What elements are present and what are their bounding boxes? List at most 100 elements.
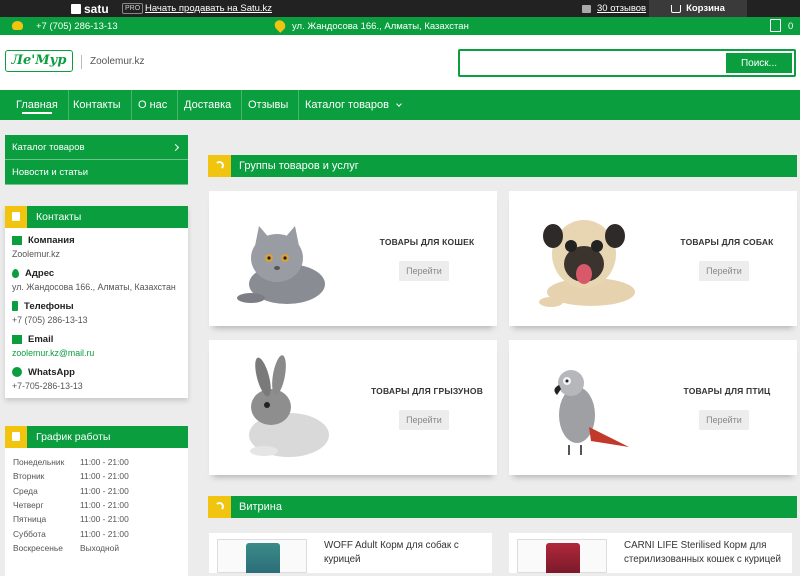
go-button[interactable]: Перейти: [399, 261, 449, 281]
logo-divider: [81, 55, 82, 69]
parrot-image: [554, 370, 629, 455]
table-row: Суббота 11:00 - 21:00: [13, 526, 129, 540]
site-name: Zoolemur.kz: [90, 56, 145, 67]
day-cell: Воскресенье: [13, 542, 63, 553]
header-phone[interactable]: +7 (705) 286-13-13: [36, 21, 118, 32]
group-title[interactable]: ТОВАРЫ ДЛЯ КОШЕК: [357, 237, 497, 247]
mail-icon: [12, 334, 22, 344]
contacts-box: Контакты Компания Zoolemur.kz Адрес ул. …: [5, 206, 188, 398]
search-input[interactable]: [463, 54, 723, 72]
contact-email: Email zoolemur.kz@mail.ru: [12, 332, 181, 358]
showcase-section-header: Витрина: [208, 496, 797, 518]
nav-label: Доставка: [184, 99, 232, 111]
sidebar-item-label: Новости и статьи: [12, 167, 89, 178]
nav-label: Отзывы: [248, 99, 289, 111]
info-bar: +7 (705) 286-13-13 ул. Жандосова 166., А…: [0, 17, 800, 35]
start-selling-link[interactable]: Начать продавать на Satu.kz: [145, 3, 272, 14]
site-logo[interactable]: Ле'Мур: [5, 50, 73, 72]
contact-label: Компания: [28, 234, 75, 246]
time-cell: 11:00 - 21:00: [80, 457, 129, 468]
day-cell: Четверг: [13, 500, 44, 511]
search-button[interactable]: Поиск...: [726, 53, 792, 73]
group-title[interactable]: ТОВАРЫ ДЛЯ ПТИЦ: [657, 386, 797, 396]
refresh-icon: [208, 155, 231, 177]
sidebar-item-catalog[interactable]: Каталог товаров: [5, 135, 188, 160]
time-cell: Выходной: [80, 542, 120, 553]
group-card-birds[interactable]: ТОВАРЫ ДЛЯ ПТИЦ Перейти: [509, 340, 797, 475]
satu-logo-text: satu: [84, 2, 109, 16]
table-row: Воскресенье Выходной: [13, 541, 129, 555]
satu-logo-icon: [71, 4, 81, 14]
group-card-rodents[interactable]: ТОВАРЫ ДЛЯ ГРЫЗУНОВ Перейти: [209, 340, 497, 475]
go-button[interactable]: Перейти: [399, 410, 449, 430]
hours-header: График работы: [5, 426, 188, 448]
time-cell: 11:00 - 21:00: [80, 471, 129, 482]
nav-item-home[interactable]: Главная: [6, 90, 69, 120]
contact-value[interactable]: +7 (705) 286-13-13: [12, 315, 181, 325]
satu-logo[interactable]: satu: [71, 2, 109, 16]
reviews-link[interactable]: 30 отзывов: [582, 3, 646, 14]
product-image[interactable]: [217, 539, 307, 573]
pin-icon: [12, 268, 19, 278]
cat-image: [237, 226, 325, 304]
day-cell: Среда: [13, 485, 38, 496]
nav-label: Каталог товаров: [305, 99, 389, 111]
satu-topbar: satu PRO Начать продавать на Satu.kz 30 …: [0, 0, 800, 17]
group-card-cats[interactable]: ТОВАРЫ ДЛЯ КОШЕК Перейти: [209, 191, 497, 326]
groups-title: Группы товаров и услуг: [239, 160, 359, 172]
nav-item-catalog[interactable]: Каталог товаров: [295, 90, 411, 120]
sidebar-item-news[interactable]: Новости и статьи: [5, 160, 188, 185]
day-cell: Суббота: [13, 528, 46, 539]
product-card[interactable]: WOFF Adult Корм для собак с курицей: [209, 533, 492, 573]
shopping-bag-icon[interactable]: [770, 19, 781, 32]
email-link[interactable]: zoolemur.kz@mail.ru: [12, 348, 181, 358]
product-name[interactable]: CARNI LIFE Sterilised Корм для стерилизо…: [624, 539, 789, 567]
location-icon: [272, 18, 288, 33]
satu-cart-button[interactable]: Корзина: [649, 0, 747, 17]
calendar-icon: [5, 426, 27, 448]
nav-label: Главная: [16, 99, 58, 111]
time-cell: 11:00 - 21:00: [80, 500, 129, 511]
nav-item-about[interactable]: О нас: [128, 90, 179, 120]
header-address: ул. Жандосова 166., Алматы, Казахстан: [292, 21, 469, 32]
contact-value[interactable]: +7-705-286-13-13: [12, 381, 181, 391]
table-row: Четверг 11:00 - 21:00: [13, 498, 129, 512]
go-button[interactable]: Перейти: [699, 410, 749, 430]
day-cell: Вторник: [13, 471, 45, 482]
time-cell: 11:00 - 21:00: [80, 514, 129, 525]
contacts-badge-icon: [5, 206, 27, 228]
chevron-down-icon: [396, 101, 402, 107]
product-image[interactable]: [517, 539, 607, 573]
nav-label: Контакты: [73, 99, 121, 111]
group-card-dogs[interactable]: ТОВАРЫ ДЛЯ СОБАК Перейти: [509, 191, 797, 326]
nav-label: О нас: [138, 99, 168, 111]
cart-count: 0: [788, 21, 794, 32]
hours-title: График работы: [36, 431, 111, 443]
group-title[interactable]: ТОВАРЫ ДЛЯ СОБАК: [657, 237, 797, 247]
contact-value: Zoolemur.kz: [12, 249, 60, 259]
comment-icon: [582, 4, 591, 13]
day-cell: Пятница: [13, 514, 47, 525]
time-cell: 11:00 - 21:00: [80, 485, 129, 496]
contact-label: Адрес: [25, 267, 55, 279]
hours-table: Понедельник 11:00 - 21:00 Вторник 11:00 - …: [13, 455, 129, 555]
group-title[interactable]: ТОВАРЫ ДЛЯ ГРЫЗУНОВ: [357, 386, 497, 396]
sidebar-menu: Каталог товаров Новости и статьи: [5, 135, 188, 185]
nav-item-contacts[interactable]: Контакты: [63, 90, 132, 120]
chevron-right-icon: [171, 143, 180, 152]
nav-item-delivery[interactable]: Доставка: [174, 90, 243, 120]
hours-box: График работы Понедельник 11:00 - 21:00 В…: [5, 426, 188, 576]
go-button[interactable]: Перейти: [699, 261, 749, 281]
site-header: Ле'Мур Zoolemur.kz Поиск...: [0, 35, 800, 90]
table-row: Понедельник 11:00 - 21:00: [13, 455, 129, 469]
phone-icon: [12, 301, 18, 311]
nav-item-reviews[interactable]: Отзывы: [238, 90, 300, 120]
contacts-title: Контакты: [36, 211, 82, 223]
home-icon: [12, 235, 22, 245]
product-name[interactable]: WOFF Adult Корм для собак с курицей: [324, 539, 489, 567]
contacts-header: Контакты: [5, 206, 188, 228]
reviews-label: 30 отзывов: [597, 3, 647, 14]
product-card[interactable]: CARNI LIFE Sterilised Корм для стерилизо…: [509, 533, 792, 573]
day-cell: Понедельник: [13, 457, 65, 468]
whatsapp-icon: [12, 367, 22, 377]
